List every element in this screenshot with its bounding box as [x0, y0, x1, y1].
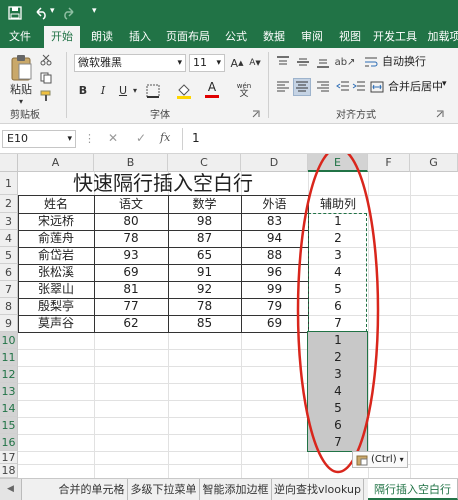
- sheet-tab-dropdown-menu[interactable]: 多级下拉菜单: [128, 479, 200, 500]
- font-color-icon[interactable]: A: [204, 80, 220, 100]
- sheet-tab-insert-blank-rows[interactable]: 隔行插入空白行: [368, 479, 458, 500]
- paste-options-button[interactable]: (Ctrl) ▾: [352, 451, 408, 468]
- chevron-down-icon: ▾: [67, 134, 72, 144]
- tab-read-aloud[interactable]: 朗读: [86, 26, 118, 48]
- menu-bar: 文件 开始 朗读 插入 页面布局 公式 数据 审阅 视图 开发工具 加载项: [0, 26, 458, 48]
- formula-bar: E10 ▾ ⋮ ✕ ✓ fx 1: [0, 124, 458, 154]
- undo-icon[interactable]: [34, 6, 48, 20]
- name-box[interactable]: E10 ▾: [2, 130, 76, 148]
- redo-icon[interactable]: [62, 6, 76, 20]
- alignment-dialog-launcher-icon[interactable]: [436, 110, 444, 118]
- tab-formulas[interactable]: 公式: [220, 26, 252, 48]
- alignment-group-label: 对齐方式: [336, 110, 376, 121]
- merge-center-icon[interactable]: [370, 80, 384, 94]
- decrease-font-icon[interactable]: A ▼: [247, 54, 263, 72]
- enter-icon[interactable]: ✓: [136, 131, 146, 145]
- chevron-down-icon: ▾: [216, 58, 221, 68]
- tab-review[interactable]: 审阅: [296, 26, 328, 48]
- tab-home[interactable]: 开始: [44, 26, 80, 48]
- paste-button[interactable]: 粘贴: [8, 82, 34, 96]
- paste-dropdown-icon[interactable]: ▾: [14, 96, 28, 106]
- align-center-button[interactable]: [293, 78, 311, 96]
- tab-file[interactable]: 文件: [4, 26, 36, 48]
- orientation-icon[interactable]: ab↗: [335, 54, 356, 70]
- highlight-oval: [296, 154, 380, 474]
- cut-icon[interactable]: [40, 54, 52, 66]
- paste-icon[interactable]: [10, 54, 32, 82]
- font-name-select[interactable]: 微软雅黑 ▾: [74, 54, 186, 72]
- wrap-text-icon[interactable]: [364, 56, 378, 68]
- save-icon[interactable]: [8, 6, 22, 20]
- phonetic-guide-icon[interactable]: wén 文: [236, 80, 252, 100]
- more-icon: ⋮: [84, 132, 95, 145]
- merge-center-button[interactable]: 合并后居中: [388, 79, 443, 95]
- cancel-icon[interactable]: ✕: [108, 131, 118, 145]
- align-middle-icon[interactable]: [296, 56, 310, 68]
- insert-function-icon[interactable]: fx: [160, 131, 170, 144]
- sheet-tab-bar: ◀ 合并的单元格 多级下拉菜单 智能添加边框 逆向查找vlookup 隔行插入空…: [0, 478, 458, 500]
- align-right-icon[interactable]: [316, 80, 330, 94]
- scroll-tabs-left-icon[interactable]: ◀: [0, 479, 22, 500]
- increase-indent-icon[interactable]: [352, 80, 366, 94]
- sheet-tab-merged-cells[interactable]: 合并的单元格: [56, 479, 128, 500]
- chevron-down-icon: ▾: [399, 455, 404, 464]
- font-group-label: 字体: [150, 110, 170, 121]
- worksheet-grid[interactable]: ABCDEFG 1 2 3 4 5 6 7 8 9 10 11 12 13 14 15 16 17 18 快速隔行…: [0, 154, 458, 478]
- tab-page-layout[interactable]: 页面布局: [162, 26, 214, 48]
- italic-button[interactable]: I: [96, 82, 110, 98]
- underline-button[interactable]: U: [116, 82, 130, 98]
- font-size-select[interactable]: 11 ▾: [189, 54, 225, 72]
- tab-data[interactable]: 数据: [258, 26, 290, 48]
- borders-icon[interactable]: [146, 84, 160, 98]
- undo-dropdown-icon[interactable]: ▾: [50, 6, 55, 16]
- formula-input[interactable]: 1: [192, 131, 200, 145]
- bold-button[interactable]: B: [76, 82, 90, 98]
- increase-font-icon[interactable]: A ▲: [229, 54, 245, 72]
- align-top-icon[interactable]: [276, 56, 290, 68]
- ribbon: 粘贴 ▾ 剪贴板 微软雅黑 ▾ 11 ▾ A ▲ A ▼ B I U ▾ A wén…: [0, 48, 458, 124]
- align-left-icon[interactable]: [276, 80, 290, 94]
- title-bar: ▾ ▾: [0, 0, 458, 26]
- clipboard-icon: [356, 455, 368, 465]
- sheet-tab-smart-borders[interactable]: 智能添加边框: [200, 479, 272, 500]
- tab-view[interactable]: 视图: [334, 26, 366, 48]
- format-painter-icon[interactable]: [40, 90, 52, 102]
- clipboard-group-label: 剪贴板: [10, 110, 40, 121]
- chevron-down-icon: ▾: [177, 58, 182, 68]
- sheet-tab-vlookup[interactable]: 逆向查找vlookup: [272, 479, 364, 500]
- decrease-indent-icon[interactable]: [336, 80, 350, 94]
- align-center-icon: [296, 81, 308, 92]
- wrap-text-button[interactable]: 自动换行: [382, 54, 426, 70]
- tab-addins[interactable]: 加载项: [424, 26, 458, 48]
- fill-color-icon[interactable]: [176, 82, 192, 100]
- chevron-down-icon[interactable]: ▾: [130, 82, 140, 98]
- copy-icon[interactable]: [40, 72, 52, 84]
- chevron-down-icon[interactable]: ▾: [442, 79, 447, 89]
- tab-developer[interactable]: 开发工具: [372, 26, 418, 48]
- chevron-down-icon[interactable]: ▾: [92, 6, 97, 16]
- align-bottom-icon[interactable]: [316, 56, 330, 68]
- font-dialog-launcher-icon[interactable]: [252, 110, 260, 118]
- tab-insert[interactable]: 插入: [124, 26, 156, 48]
